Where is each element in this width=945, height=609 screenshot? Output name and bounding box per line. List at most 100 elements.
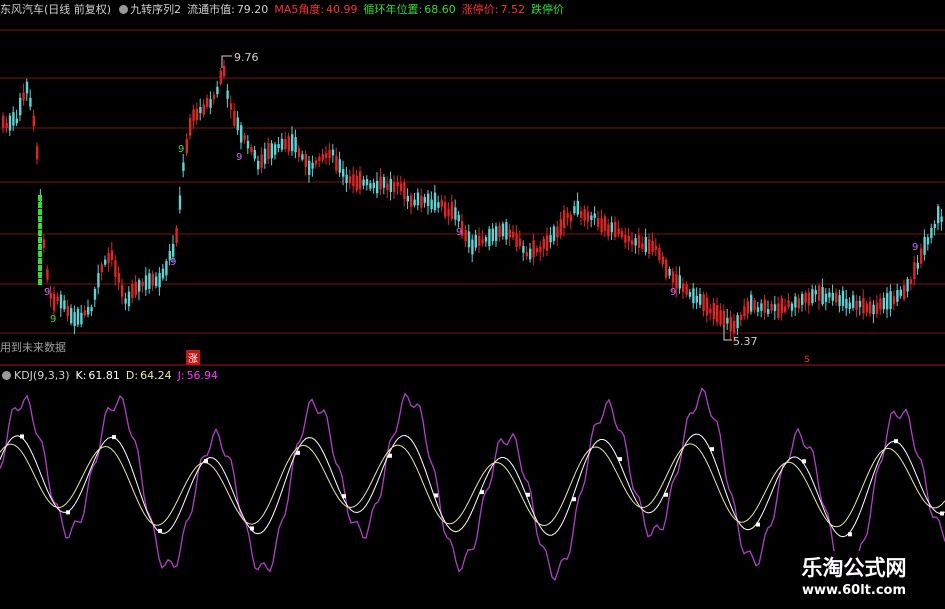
candle-body [685, 284, 688, 295]
candle-body [427, 193, 430, 206]
candle-body [318, 156, 321, 162]
candle-body [246, 140, 250, 149]
j-value: 56.94 [186, 368, 219, 382]
candle-body [532, 240, 535, 258]
candle-body [297, 148, 301, 157]
candle-body [535, 248, 539, 253]
candle-body [746, 301, 749, 314]
candle-body [423, 197, 426, 203]
candle-body [56, 296, 59, 302]
candle-body [593, 213, 596, 218]
candle-body [399, 183, 403, 191]
candle-body [192, 109, 195, 122]
candle-body [695, 295, 698, 303]
kdj-dot [572, 497, 576, 502]
nine-digit: 9 [170, 257, 176, 268]
candle-body [393, 182, 396, 193]
candle-body [794, 296, 797, 308]
float-cap-label: 流通市值: [187, 3, 235, 16]
candle-body [430, 199, 433, 210]
kdj-dot [526, 492, 530, 497]
candle-body [233, 111, 236, 126]
candle-body [875, 302, 879, 314]
candle-body [321, 154, 324, 160]
kdj-settings-icon[interactable] [2, 370, 11, 380]
candle-body [59, 294, 63, 309]
green-count-bar [38, 272, 42, 278]
candle-body [597, 218, 600, 227]
candle-body [161, 268, 165, 279]
watermark-site-name: 乐淘公式网 [801, 556, 907, 580]
candle-body [457, 214, 460, 222]
kdj-dot [940, 511, 944, 516]
candle-body [308, 160, 311, 175]
candle-body [444, 202, 447, 217]
candle-body [634, 238, 637, 246]
candle-body [216, 86, 219, 95]
d-value: 64.24 [140, 368, 172, 382]
candle-body [389, 178, 392, 193]
candle-body [512, 231, 515, 238]
candle-body [464, 230, 467, 242]
candle-body [933, 223, 936, 228]
rise-marker: 涨 [186, 350, 200, 365]
green-count-bar [38, 251, 42, 257]
candle-body [556, 226, 559, 238]
candle-body [110, 250, 114, 261]
stock-title[interactable]: 东风汽车(日线 前复权) [0, 1, 111, 17]
candle-body [841, 290, 845, 307]
indicator-name[interactable]: 九转序列2 [130, 1, 181, 17]
candle-body [185, 139, 188, 154]
green-count-bar [38, 230, 42, 236]
candle-body [141, 281, 144, 287]
candle-body [899, 289, 902, 296]
candle-body [474, 234, 477, 248]
candle-body [73, 312, 76, 327]
candle-body [892, 296, 896, 305]
candle-body [481, 239, 484, 244]
candle-body [226, 90, 229, 99]
candle-body [467, 231, 471, 248]
candle-body [586, 211, 590, 222]
candle-body [712, 302, 715, 320]
candle-body [505, 222, 508, 240]
j-label: J: [177, 368, 185, 382]
kdj-dot [894, 439, 898, 444]
limit-up-label: 涨停价: [461, 3, 499, 16]
candle-body [903, 285, 906, 300]
candle-body [760, 303, 763, 311]
candle-body [705, 297, 709, 316]
candlesticks [2, 55, 943, 342]
candle-body [665, 259, 668, 278]
candle-body [549, 235, 552, 243]
float-cap-value: 79.20 [236, 2, 269, 16]
candle-body [382, 177, 386, 188]
candle-body [29, 97, 32, 107]
candle-body [940, 216, 943, 222]
candle-body [702, 294, 705, 312]
ma5-angle-value: 40.99 [326, 2, 358, 16]
candle-body [127, 291, 131, 307]
candle-body [267, 143, 270, 160]
future-data-note: 用到未来数据 [0, 341, 66, 354]
candle-body [719, 310, 722, 325]
candle-body [559, 219, 562, 236]
indicator-settings-icon[interactable] [119, 4, 129, 14]
candle-body [155, 276, 158, 287]
candle-body [280, 138, 284, 150]
candle-body [151, 273, 154, 286]
candle-body [83, 310, 86, 316]
candle-body [879, 298, 882, 310]
candle-body [807, 292, 811, 306]
candle-body [144, 275, 148, 290]
candle-body [223, 65, 226, 77]
candle-body [651, 240, 654, 252]
candle-body [882, 297, 885, 310]
kdj-name[interactable]: KDJ(9,3,3) [14, 369, 70, 382]
candle-body [739, 314, 743, 321]
candle-body [498, 225, 501, 238]
price-and-kdj-chart[interactable]: 99999999SS [0, 0, 945, 609]
candle-body [886, 293, 889, 310]
candle-body [835, 292, 838, 303]
candle-body [257, 160, 260, 170]
